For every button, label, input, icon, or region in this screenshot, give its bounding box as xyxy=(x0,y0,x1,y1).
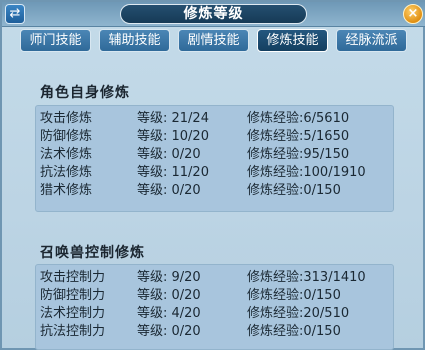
skill-name: 攻击修炼 xyxy=(40,111,93,126)
skill-exp: 修炼经验:20/510 xyxy=(247,306,350,321)
cultivation-row: 法术控制力 等级: 4/20 修炼经验:20/510 xyxy=(36,304,393,323)
skill-level: 等级: 21/24 xyxy=(137,111,209,126)
close-icon[interactable]: × xyxy=(403,4,423,24)
window-title: 修炼等级 xyxy=(120,4,307,24)
cultivation-row: 攻击修炼 等级: 21/24 修炼经验:6/5610 xyxy=(36,109,393,128)
skill-name: 法术修炼 xyxy=(40,147,93,162)
summon-control-title: 召唤兽控制修炼 xyxy=(40,245,145,261)
skill-name: 抗法控制力 xyxy=(40,324,106,339)
skill-exp: 修炼经验:0/150 xyxy=(247,183,341,198)
skill-tabs: 师门技能 辅助技能 剧情技能 修炼技能 经脉流派 xyxy=(20,29,410,53)
cultivation-row: 猎术修炼 等级: 0/20 修炼经验:0/150 xyxy=(36,181,393,200)
skill-level: 等级: 0/20 xyxy=(137,183,201,198)
cultivation-row: 法术修炼 等级: 0/20 修炼经验:95/150 xyxy=(36,145,393,164)
tab-sect-skills[interactable]: 师门技能 xyxy=(20,29,91,52)
skill-name: 抗法修炼 xyxy=(40,165,93,180)
skill-exp: 修炼经验:0/150 xyxy=(247,324,341,339)
character-cultivation-panel: 攻击修炼 等级: 21/24 修炼经验:6/5610 防御修炼 等级: 10/2… xyxy=(35,105,394,212)
tab-cultivation-skills[interactable]: 修炼技能 xyxy=(257,29,328,52)
cultivation-row: 防御控制力 等级: 0/20 修炼经验:0/150 xyxy=(36,286,393,305)
skill-level: 等级: 0/20 xyxy=(137,147,201,162)
cultivation-row: 抗法修炼 等级: 11/20 修炼经验:100/1910 xyxy=(36,163,393,182)
tab-story-skills[interactable]: 剧情技能 xyxy=(178,29,249,52)
skill-level: 等级: 4/20 xyxy=(137,306,201,321)
cultivation-window: ⇄ 修炼等级 × 师门技能 辅助技能 剧情技能 修炼技能 经脉流派 角色自身修炼… xyxy=(0,0,425,350)
skill-exp: 修炼经验:95/150 xyxy=(247,147,350,162)
cultivation-row: 抗法控制力 等级: 0/20 修炼经验:0/150 xyxy=(36,322,393,341)
tab-assist-skills[interactable]: 辅助技能 xyxy=(99,29,170,52)
skill-name: 攻击控制力 xyxy=(40,270,106,285)
cultivation-row: 防御修炼 等级: 10/20 修炼经验:5/1650 xyxy=(36,127,393,146)
skill-level: 等级: 11/20 xyxy=(137,165,209,180)
skill-exp: 修炼经验:100/1910 xyxy=(247,165,366,180)
summon-control-panel: 攻击控制力 等级: 9/20 修炼经验:313/1410 防御控制力 等级: 0… xyxy=(35,264,394,350)
skill-name: 法术控制力 xyxy=(40,306,106,321)
skill-level: 等级: 0/20 xyxy=(137,324,201,339)
skill-name: 猎术修炼 xyxy=(40,183,93,198)
skill-name: 防御修炼 xyxy=(40,129,93,144)
skill-level: 等级: 0/20 xyxy=(137,288,201,303)
skill-exp: 修炼经验:6/5610 xyxy=(247,111,350,126)
skill-level: 等级: 10/20 xyxy=(137,129,209,144)
skill-name: 防御控制力 xyxy=(40,288,106,303)
character-cultivation-title: 角色自身修炼 xyxy=(40,85,130,101)
skill-exp: 修炼经验:313/1410 xyxy=(247,270,366,285)
skill-exp: 修炼经验:5/1650 xyxy=(247,129,350,144)
cultivation-row: 攻击控制力 等级: 9/20 修炼经验:313/1410 xyxy=(36,268,393,287)
skill-level: 等级: 9/20 xyxy=(137,270,201,285)
title-bar: ⇄ 修炼等级 × xyxy=(2,2,425,27)
tab-meridian-school[interactable]: 经脉流派 xyxy=(336,29,407,52)
skill-exp: 修炼经验:0/150 xyxy=(247,288,341,303)
switch-icon[interactable]: ⇄ xyxy=(5,4,25,24)
